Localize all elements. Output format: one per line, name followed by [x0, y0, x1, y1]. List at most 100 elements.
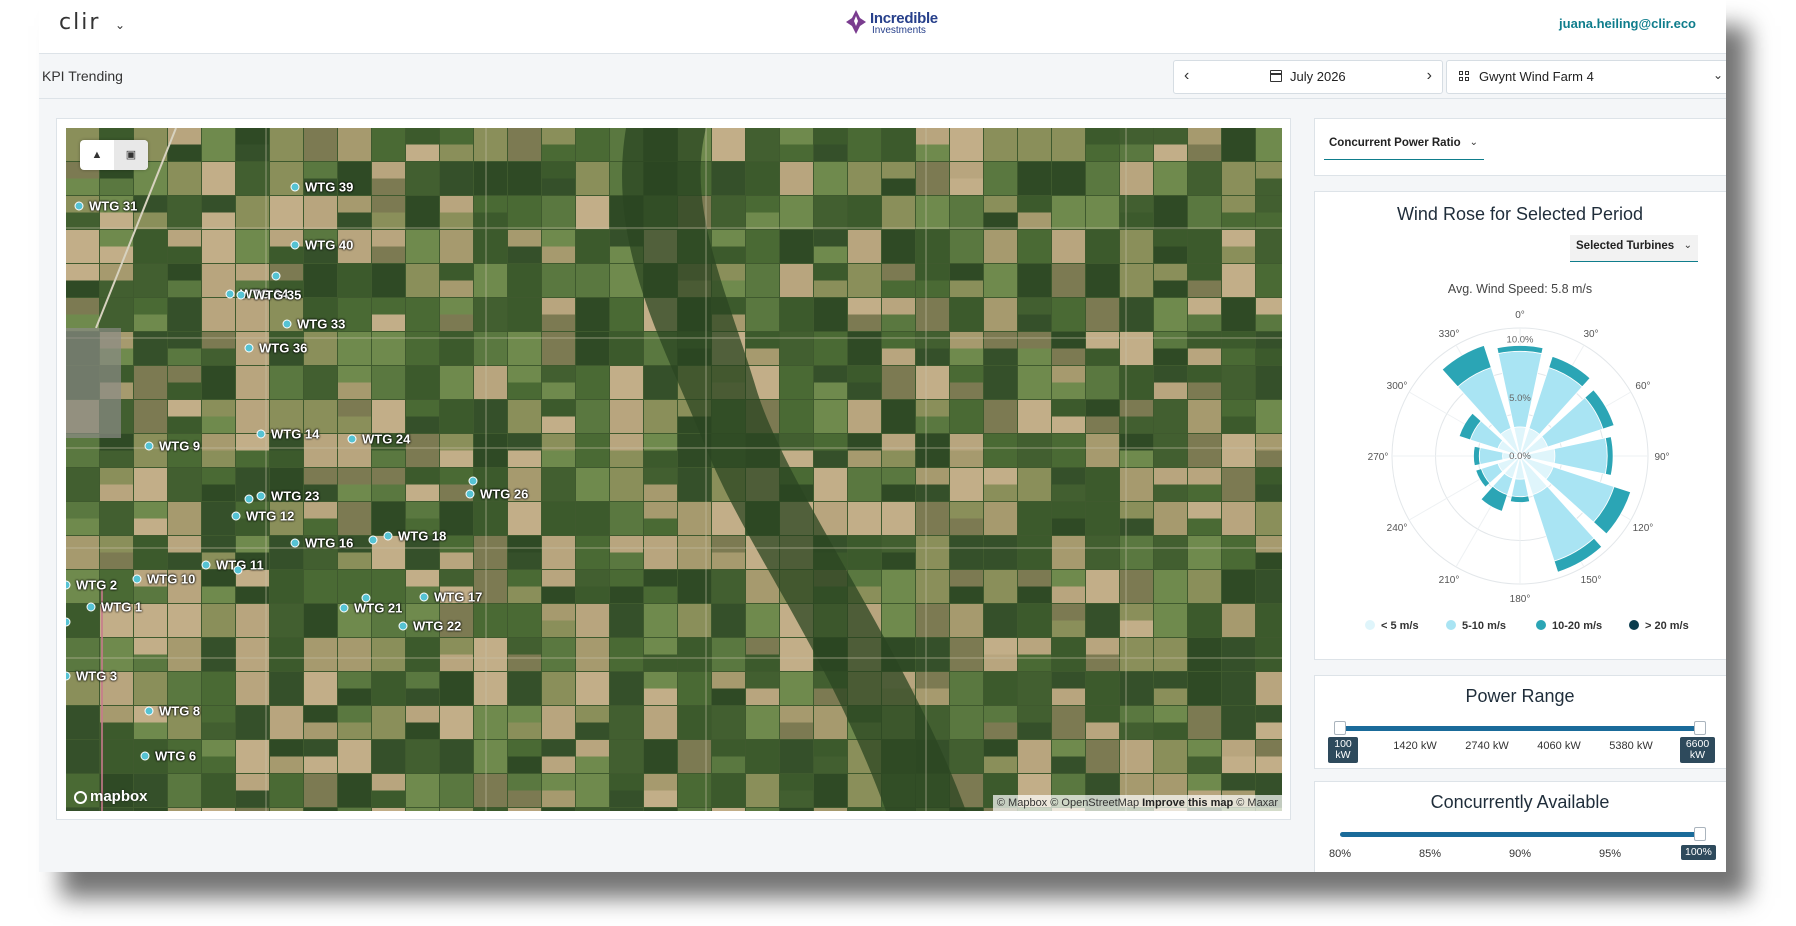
rose-segment[interactable]: [1553, 437, 1608, 475]
turbine-marker[interactable]: [244, 494, 254, 504]
turbine-marker[interactable]: [256, 491, 266, 501]
turbine-marker[interactable]: [140, 751, 150, 761]
power-tick-label: 1420 kW: [1393, 740, 1437, 752]
turbine-marker[interactable]: [244, 343, 254, 353]
turbine-marker[interactable]: [361, 593, 371, 603]
selected-month: July 2026: [1290, 69, 1346, 84]
chevron-down-icon: ⌄: [1683, 240, 1692, 251]
turbine-label: WTG 21: [354, 600, 403, 616]
mapbox-logo[interactable]: mapbox: [74, 788, 148, 805]
turbine-label: WTG 31: [89, 198, 138, 214]
turbine-label: WTG 12: [246, 508, 295, 524]
turbine-marker[interactable]: [465, 489, 475, 499]
wind-rose-panel: Wind Rose for Selected Period Selected T…: [1314, 191, 1726, 660]
turbine-marker[interactable]: [86, 602, 96, 612]
legend-item[interactable]: > 20 m/s: [1629, 620, 1689, 632]
kpi-dropdown[interactable]: Concurrent Power Ratio ⌄: [1324, 132, 1484, 160]
app-window: clir ⌄ Incredible Investments juana.heil…: [39, 0, 1726, 872]
turbine-marker[interactable]: [236, 290, 246, 300]
turbine-label: WTG 26: [480, 486, 529, 502]
wind-rose-title: Wind Rose for Selected Period: [1396, 204, 1644, 224]
chevron-right-icon[interactable]: ›: [1427, 67, 1432, 85]
turbine-marker[interactable]: [290, 538, 300, 548]
availability-tick-label: 80%: [1328, 848, 1352, 860]
direction-label: 120°: [1633, 523, 1654, 534]
legend-item[interactable]: < 5 m/s: [1365, 620, 1419, 632]
turbine-marker[interactable]: [398, 621, 408, 631]
power-range-min-handle[interactable]: [1334, 721, 1346, 735]
turbine-marker[interactable]: [383, 531, 393, 541]
turbine-marker[interactable]: [231, 511, 241, 521]
legend-label: < 5 m/s: [1381, 620, 1419, 632]
chevron-left-icon[interactable]: ‹: [1184, 67, 1189, 85]
turbine-marker[interactable]: [74, 201, 84, 211]
map-style-toggle[interactable]: ▲ ▣: [80, 140, 148, 170]
turbine-marker[interactable]: [339, 603, 349, 613]
turbine-marker[interactable]: [468, 476, 478, 486]
legend-item[interactable]: 5-10 m/s: [1446, 620, 1506, 632]
rose-segment[interactable]: [1511, 478, 1529, 498]
turbine-label: WTG 3: [76, 668, 118, 684]
power-range-panel: Power Range 1420 kW 2740 kW 4060 kW 5380 kW…: [1314, 675, 1726, 769]
turbine-marker[interactable]: [225, 289, 235, 299]
improve-map-link[interactable]: Improve this map: [1142, 797, 1233, 809]
attribution-maxar: © Maxar: [1236, 797, 1278, 809]
top-bar: clir ⌄ Incredible Investments juana.heil…: [39, 0, 1726, 54]
attribution-text: © Mapbox © OpenStreetMap: [996, 797, 1140, 809]
power-range-max-handle[interactable]: [1694, 721, 1706, 735]
map-card: WTG 39 WTG 31 WTG 40 WTG 34 WTG 35 WTG 33 WTG …: [56, 118, 1291, 820]
direction-label: 210°: [1439, 575, 1460, 586]
map-imagery: [66, 128, 1282, 811]
turbine-marker[interactable]: [419, 592, 429, 602]
month-picker[interactable]: ‹ July 2026 ›: [1173, 60, 1443, 94]
user-email[interactable]: juana.heiling@clir.eco: [1559, 16, 1696, 31]
direction-label: 300°: [1387, 381, 1408, 392]
kpi-panel: Concurrent Power Ratio ⌄: [1314, 118, 1726, 176]
brand-menu[interactable]: clir: [59, 10, 100, 35]
rose-segment[interactable]: [1473, 445, 1481, 467]
turbine-filter-dropdown[interactable]: Selected Turbines ⌄: [1570, 235, 1698, 262]
legend-label: > 20 m/s: [1645, 620, 1689, 632]
turbine-marker[interactable]: [282, 319, 292, 329]
turbine-marker[interactable]: [271, 271, 281, 281]
turbine-marker[interactable]: [347, 434, 357, 444]
turbine-marker[interactable]: [144, 441, 154, 451]
power-range-title: Power Range: [1465, 686, 1575, 706]
turbine-marker[interactable]: [132, 574, 142, 584]
satellite-icon[interactable]: ▣: [114, 140, 148, 170]
turbine-marker[interactable]: [368, 535, 378, 545]
turbine-label: WTG 2: [76, 577, 118, 593]
satellite-map[interactable]: WTG 39 WTG 31 WTG 40 WTG 34 WTG 35 WTG 33 WTG …: [66, 128, 1282, 811]
rose-segment[interactable]: [1509, 495, 1531, 503]
legend-swatch: [1446, 620, 1456, 630]
turbine-marker[interactable]: [144, 706, 154, 716]
direction-label: 240°: [1387, 523, 1408, 534]
direction-label: 0°: [1515, 310, 1525, 321]
turbine-marker[interactable]: [256, 429, 266, 439]
direction-label: 330°: [1439, 329, 1460, 340]
turbine-label: WTG 33: [297, 316, 346, 332]
farm-selector[interactable]: Gwynt Wind Farm 4 ⌄: [1446, 60, 1726, 94]
selected-farm: Gwynt Wind Farm 4: [1479, 69, 1594, 84]
turbine-filter-label: Selected Turbines: [1576, 240, 1675, 252]
power-tick-label: 2740 kW: [1465, 740, 1509, 752]
rose-segment[interactable]: [1478, 447, 1504, 465]
chevron-down-icon[interactable]: ⌄: [1713, 68, 1723, 82]
wind-rose-chart[interactable]: 0° 30° 60° 90° 120° 150° 180° 210° 240° 270° 300° 3…: [1315, 306, 1725, 606]
turbine-marker[interactable]: [290, 182, 300, 192]
diamond-logo-icon: [846, 10, 866, 34]
direction-label: 180°: [1510, 594, 1531, 605]
chevron-down-icon: ⌄: [1469, 137, 1478, 148]
terrain-icon[interactable]: ▲: [80, 140, 114, 170]
sub-header: KPI Trending ‹ July 2026 › Gwynt Wind Fa…: [39, 54, 1726, 99]
legend-item[interactable]: 10-20 m/s: [1536, 620, 1602, 632]
availability-track[interactable]: [1340, 832, 1700, 837]
turbine-marker[interactable]: [201, 560, 211, 570]
turbine-marker[interactable]: [290, 240, 300, 250]
turbine-marker[interactable]: [233, 565, 243, 575]
power-range-track[interactable]: [1340, 726, 1700, 731]
turbine-label: WTG 8: [159, 703, 201, 719]
availability-value-badge: 100%: [1681, 845, 1716, 860]
chevron-down-icon[interactable]: ⌄: [115, 18, 125, 32]
availability-handle[interactable]: [1694, 827, 1706, 841]
